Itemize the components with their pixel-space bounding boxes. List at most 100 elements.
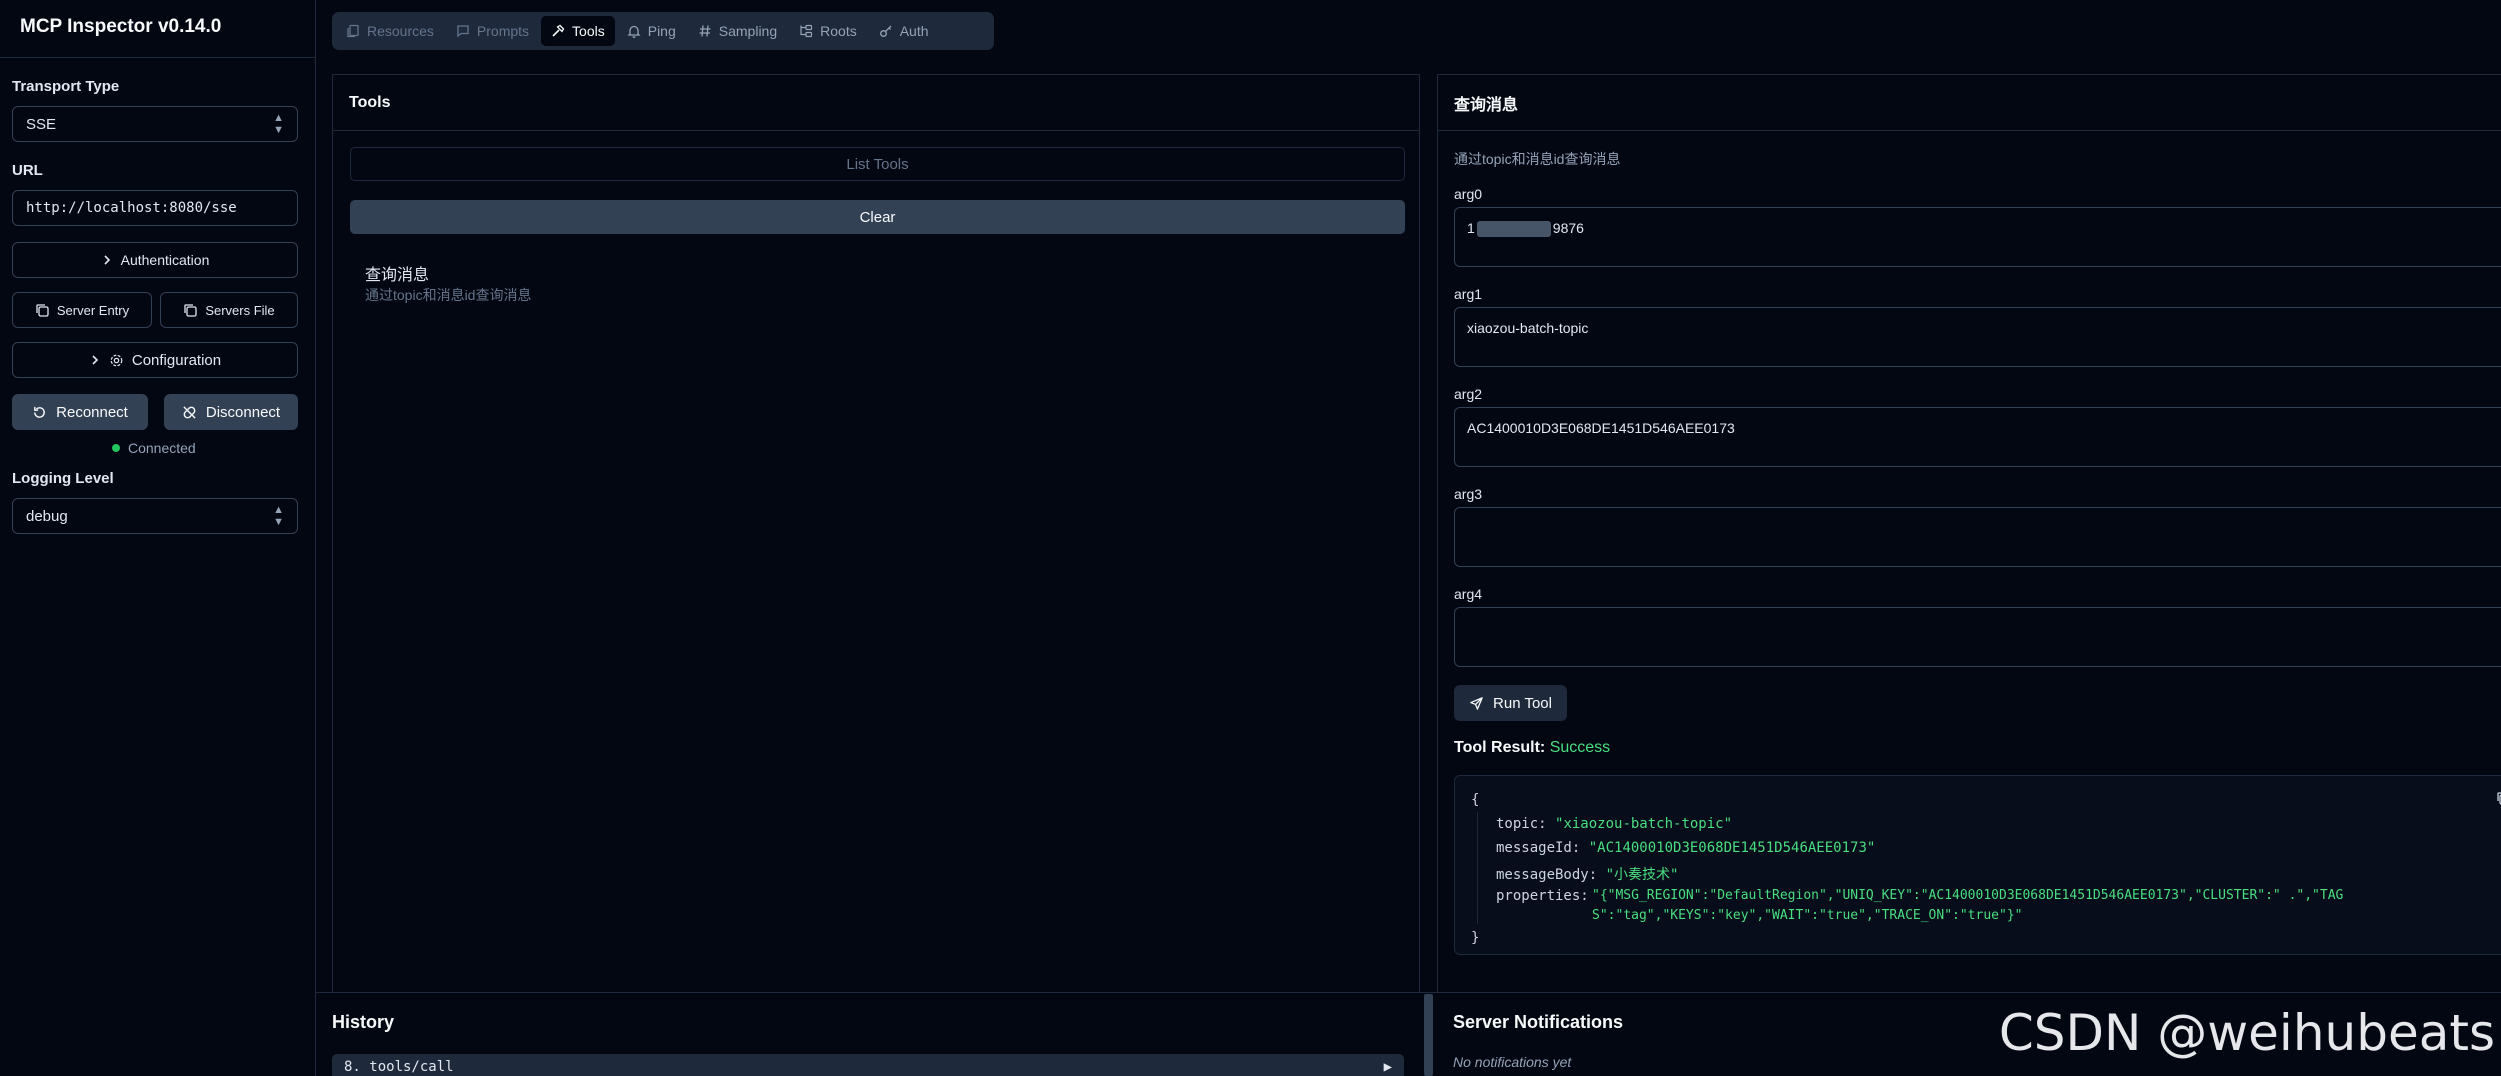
server-entry-label: Server Entry bbox=[56, 302, 130, 318]
tab-ping-label: Ping bbox=[647, 23, 676, 39]
chevron-right-icon bbox=[101, 254, 113, 266]
tool-name: 查询消息 bbox=[365, 267, 430, 284]
send-icon bbox=[1469, 696, 1484, 711]
server-entry-button[interactable]: Server Entry bbox=[12, 292, 152, 328]
json-messageid-key: messageId: bbox=[1496, 840, 1581, 856]
arg2-input[interactable]: AC1400010D3E068DE1451D546AEE0173 bbox=[1454, 407, 2501, 467]
logging-level-value: debug bbox=[26, 507, 68, 525]
chevron-right-icon bbox=[89, 354, 101, 366]
history-item-label: 8. tools/call bbox=[344, 1059, 454, 1075]
status-text: Connected bbox=[128, 440, 196, 456]
tool-result-json: { topic: "xiaozou-batch-topic" messageId… bbox=[1454, 775, 2501, 955]
tool-result-label: Tool Result: bbox=[1454, 739, 1546, 756]
unplug-icon bbox=[182, 405, 197, 420]
logging-level-select[interactable]: debug ▲ ▼ bbox=[12, 498, 298, 534]
watermark: CSDN @weihubeats bbox=[1998, 1004, 2495, 1062]
authentication-button[interactable]: Authentication bbox=[12, 242, 298, 278]
transport-type-label: Transport Type bbox=[12, 78, 120, 95]
arg0-input[interactable]: 1 9876 bbox=[1454, 207, 2501, 267]
tab-sampling-label: Sampling bbox=[718, 23, 778, 39]
json-indent-guide bbox=[1477, 812, 1478, 924]
history-title: History bbox=[332, 1012, 395, 1032]
configuration-button[interactable]: Configuration bbox=[12, 342, 298, 378]
json-properties-row: properties: bbox=[1496, 888, 1589, 904]
copy-icon bbox=[35, 303, 49, 317]
arg3-input[interactable] bbox=[1454, 507, 2501, 567]
server-notifications-title: Server Notifications bbox=[1453, 1012, 1624, 1032]
hammer-icon bbox=[551, 24, 565, 38]
disconnect-button[interactable]: Disconnect bbox=[164, 394, 298, 430]
arg2-label: arg2 bbox=[1454, 386, 1483, 402]
arg4-label: arg4 bbox=[1454, 586, 1483, 602]
json-topic-key: topic: bbox=[1496, 816, 1547, 832]
arg1-value: xiaozou-batch-topic bbox=[1467, 320, 1589, 336]
tab-sampling[interactable]: Sampling bbox=[688, 16, 787, 46]
tools-panel: Tools List Tools Clear 查询消息 通过topic和消息id… bbox=[332, 74, 1420, 992]
logging-level-label: Logging Level bbox=[12, 470, 114, 487]
tab-prompts[interactable]: Prompts bbox=[446, 16, 539, 46]
tab-roots[interactable]: Roots bbox=[789, 16, 867, 46]
key-icon bbox=[879, 24, 893, 38]
sidebar: MCP Inspector v0.14.0 Transport Type SSE… bbox=[0, 0, 316, 1076]
json-messageid-row: messageId: "AC1400010D3E068DE1451D546AEE… bbox=[1496, 840, 1875, 856]
tool-detail-panel: 查询消息 通过topic和消息id查询消息 arg0 1 9876 arg1 xi… bbox=[1437, 74, 2501, 992]
history-item[interactable]: 8. tools/call ▶ bbox=[332, 1054, 1404, 1076]
servers-file-label: Servers File bbox=[205, 302, 275, 318]
json-open-brace: { bbox=[1471, 792, 1480, 808]
tab-tools-label: Tools bbox=[572, 23, 605, 39]
tab-auth[interactable]: Auth bbox=[869, 16, 939, 46]
tab-bar: Resources Prompts Tools Ping Sampling Ro… bbox=[332, 12, 994, 50]
rotate-ccw-icon bbox=[32, 405, 47, 420]
tool-result-status: Success bbox=[1549, 739, 1611, 756]
arg1-label: arg1 bbox=[1454, 286, 1483, 302]
transport-type-select[interactable]: SSE ▲ ▼ bbox=[12, 106, 298, 142]
tool-detail-title: 查询消息 bbox=[1438, 75, 2501, 131]
tab-ping[interactable]: Ping bbox=[617, 16, 686, 46]
resize-handle[interactable] bbox=[1424, 994, 1433, 1076]
json-properties-value-line2: S":"tag","KEYS":"key","WAIT":"true","TRA… bbox=[1592, 908, 2023, 923]
run-tool-button[interactable]: Run Tool bbox=[1454, 685, 1567, 721]
tab-resources-label: Resources bbox=[367, 23, 434, 39]
arg0-value-prefix: 1 bbox=[1467, 220, 1475, 236]
configuration-label: Configuration bbox=[131, 351, 222, 369]
json-topic-row: topic: "xiaozou-batch-topic" bbox=[1496, 816, 1732, 832]
json-close-brace: } bbox=[1471, 930, 1480, 946]
url-input[interactable]: http://localhost:8080/sse bbox=[12, 190, 298, 226]
bell-icon bbox=[627, 24, 641, 38]
tool-description: 通过topic和消息id查询消息 bbox=[365, 287, 532, 303]
arg0-label: arg0 bbox=[1454, 186, 1483, 202]
arg1-input[interactable]: xiaozou-batch-topic bbox=[1454, 307, 2501, 367]
reconnect-label: Reconnect bbox=[56, 403, 128, 421]
tool-result-heading: Tool Result: Success bbox=[1454, 739, 1610, 757]
tab-resources[interactable]: Resources bbox=[336, 16, 444, 46]
json-properties-key: properties: bbox=[1496, 888, 1589, 904]
servers-file-button[interactable]: Servers File bbox=[160, 292, 298, 328]
arg0-value-suffix: 9876 bbox=[1552, 220, 1584, 236]
json-properties-value-line1: "{"MSG_REGION":"DefaultRegion","UNIQ_KEY… bbox=[1592, 888, 2344, 903]
status-dot-icon bbox=[112, 444, 120, 452]
url-value: http://localhost:8080/sse bbox=[26, 200, 237, 216]
copy-icon bbox=[183, 303, 197, 317]
reconnect-button[interactable]: Reconnect bbox=[12, 394, 148, 430]
authentication-label: Authentication bbox=[120, 252, 210, 268]
chevron-up-down-icon: ▲ ▼ bbox=[273, 112, 284, 136]
message-icon bbox=[456, 24, 470, 38]
copy-icon[interactable] bbox=[2495, 790, 2501, 806]
app-title: MCP Inspector v0.14.0 bbox=[0, 0, 315, 58]
tools-panel-title: Tools bbox=[333, 75, 1419, 131]
files-icon bbox=[346, 24, 360, 38]
gear-icon bbox=[109, 353, 124, 368]
redacted-region bbox=[1476, 221, 1551, 238]
tab-tools[interactable]: Tools bbox=[541, 16, 615, 46]
arg4-input[interactable] bbox=[1454, 607, 2501, 667]
arg3-label: arg3 bbox=[1454, 486, 1483, 502]
json-messagebody-row: messageBody: "小奏技术" bbox=[1496, 864, 1678, 884]
tab-roots-label: Roots bbox=[820, 23, 857, 39]
bottom-divider bbox=[316, 992, 2501, 993]
connection-status: Connected bbox=[112, 440, 196, 456]
tab-auth-label: Auth bbox=[899, 23, 929, 39]
disconnect-label: Disconnect bbox=[205, 403, 281, 421]
list-tools-button[interactable]: List Tools bbox=[350, 147, 1405, 181]
no-notifications-text: No notifications yet bbox=[1453, 1054, 1572, 1070]
clear-button[interactable]: Clear bbox=[350, 200, 1405, 234]
